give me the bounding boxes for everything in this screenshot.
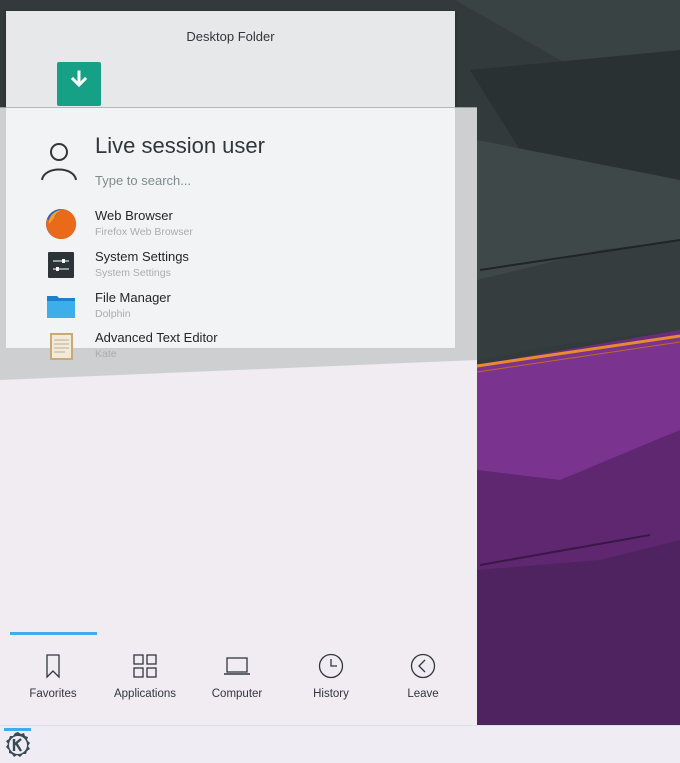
app-description: Kate — [95, 348, 117, 360]
kde-logo-icon[interactable] — [4, 731, 32, 759]
app-name: File Manager — [95, 290, 171, 305]
tab-leave[interactable]: Leave — [377, 644, 469, 714]
search-input[interactable] — [93, 169, 437, 191]
launcher-tab-bar: Favorites Applications Computer History … — [0, 632, 477, 726]
download-folder-icon[interactable] — [57, 62, 101, 106]
user-name: Live session user — [95, 133, 265, 158]
favorite-system-settings[interactable]: System Settings System Settings — [0, 246, 477, 286]
app-name: System Settings — [95, 249, 189, 264]
user-avatar-icon[interactable] — [40, 140, 78, 182]
application-launcher-menu: Live session user Web Browser Firefox We… — [0, 107, 477, 726]
folder-icon — [47, 296, 75, 318]
tab-label: Favorites — [29, 688, 77, 700]
app-name: Web Browser — [95, 208, 173, 223]
app-description: System Settings — [95, 267, 171, 279]
active-tab-indicator — [10, 632, 97, 635]
app-name: Advanced Text Editor — [95, 330, 218, 345]
favorite-text-editor[interactable]: Advanced Text Editor Kate — [0, 327, 477, 367]
app-description: Firefox Web Browser — [95, 226, 193, 238]
tab-label: History — [313, 688, 349, 700]
back-arrow-circle-icon — [410, 653, 436, 679]
app-description: Dolphin — [95, 308, 131, 320]
tab-label: Computer — [211, 688, 263, 700]
bookmark-icon — [46, 654, 60, 679]
tab-label: Leave — [407, 688, 439, 700]
tab-applications[interactable]: Applications — [99, 644, 191, 714]
tab-history[interactable]: History — [285, 644, 377, 714]
firefox-icon — [46, 208, 77, 239]
tab-favorites[interactable]: Favorites — [7, 644, 99, 714]
grid-icon — [133, 654, 157, 678]
favorite-file-manager[interactable]: File Manager Dolphin — [0, 287, 477, 327]
text-editor-icon — [50, 333, 73, 360]
favorite-web-browser[interactable]: Web Browser Firefox Web Browser — [0, 205, 477, 245]
desktop-folder-title: Desktop Folder — [186, 29, 275, 44]
tab-computer[interactable]: Computer — [191, 644, 283, 714]
laptop-icon — [224, 657, 250, 675]
system-settings-icon — [48, 252, 74, 278]
clock-icon — [318, 653, 344, 679]
tab-label: Applications — [113, 688, 176, 700]
taskbar-panel — [0, 725, 680, 763]
